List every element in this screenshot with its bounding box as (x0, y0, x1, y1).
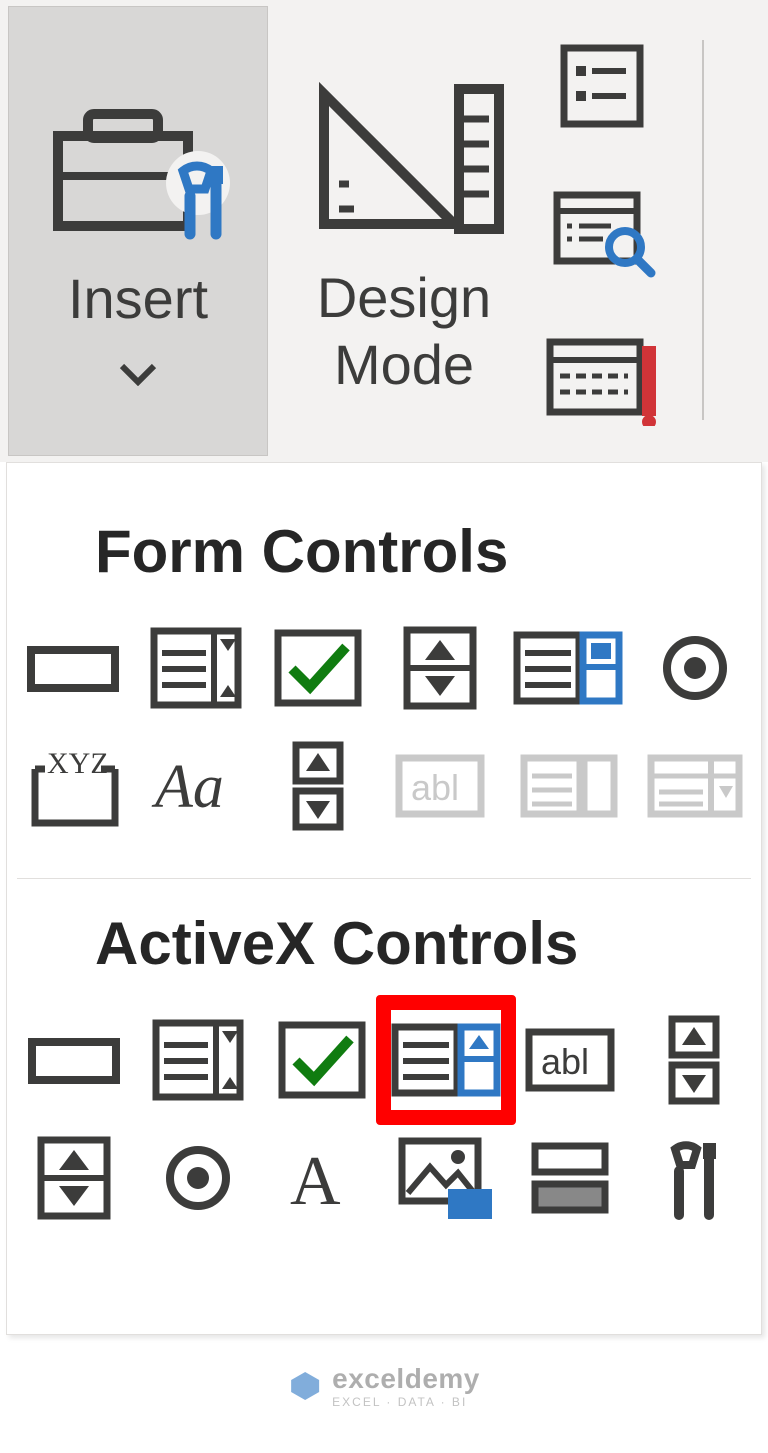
activex-scroll-bar-icon[interactable] (643, 1014, 745, 1106)
group-separator (702, 40, 704, 420)
run-dialog-icon (542, 326, 662, 426)
watermark-tagline: EXCEL · DATA · BI (332, 1395, 480, 1409)
activex-combo-box-icon[interactable] (147, 1014, 249, 1106)
insert-controls-button[interactable]: Insert (8, 6, 268, 456)
activex-option-button-icon[interactable] (147, 1132, 249, 1224)
form-check-box-icon[interactable] (268, 622, 368, 714)
watermark-logo-icon (288, 1369, 322, 1403)
run-dialog-button[interactable] (542, 316, 662, 436)
activex-image-icon[interactable] (395, 1132, 497, 1224)
properties-icon (552, 36, 652, 136)
design-mode-button[interactable]: Design Mode (274, 0, 534, 462)
form-controls-heading: Form Controls (95, 517, 751, 586)
svg-text:A: A (290, 1143, 341, 1218)
activex-more-controls-icon[interactable] (643, 1132, 745, 1224)
section-divider (17, 878, 751, 879)
activex-spin-button-icon[interactable] (23, 1132, 125, 1224)
insert-label: Insert (68, 266, 208, 331)
chevron-down-icon (118, 351, 158, 396)
ruler-triangle-icon (304, 64, 504, 254)
form-combo-list-icon (513, 740, 623, 832)
watermark-brand: exceldemy (332, 1363, 480, 1394)
form-button-icon[interactable] (23, 622, 123, 714)
form-list-box-icon[interactable] (513, 622, 623, 714)
form-label-icon[interactable]: Aa (145, 740, 245, 832)
form-text-field-icon: abl (390, 740, 490, 832)
svg-text:Aa: Aa (151, 753, 224, 821)
svg-text:abl: abl (411, 767, 459, 808)
view-code-button[interactable] (542, 171, 662, 291)
activex-controls-heading: ActiveX Controls (95, 909, 751, 978)
insert-controls-dropdown: Form Controls XYZ Aa abl (6, 462, 762, 1335)
activex-check-box-icon[interactable] (271, 1014, 373, 1106)
form-spin-button-icon[interactable] (390, 622, 490, 714)
svg-text:abl: abl (541, 1041, 589, 1082)
activex-controls-grid: abl A (17, 1014, 751, 1264)
ribbon-controls-group: Insert Design Mode (0, 0, 768, 462)
svg-text:XYZ: XYZ (47, 747, 109, 780)
form-controls-grid: XYZ Aa abl (17, 622, 751, 872)
activex-list-box-icon[interactable] (376, 995, 516, 1125)
activex-label-icon[interactable]: A (271, 1132, 373, 1224)
toolbox-icon (38, 66, 238, 256)
form-combo-box-icon[interactable] (145, 622, 245, 714)
form-combo-dropdown-icon (645, 740, 745, 832)
activex-command-button-icon[interactable] (23, 1014, 125, 1106)
watermark: exceldemy EXCEL · DATA · BI (288, 1363, 480, 1409)
form-group-box-icon[interactable]: XYZ (23, 740, 123, 832)
form-option-button-icon[interactable] (645, 622, 745, 714)
design-mode-label: Design Mode (317, 264, 491, 398)
activex-toggle-button-icon[interactable] (519, 1132, 621, 1224)
form-scroll-bar-icon[interactable] (268, 740, 368, 832)
activex-text-box-icon[interactable]: abl (519, 1014, 621, 1106)
properties-button[interactable] (542, 26, 662, 146)
view-code-icon (547, 181, 657, 281)
